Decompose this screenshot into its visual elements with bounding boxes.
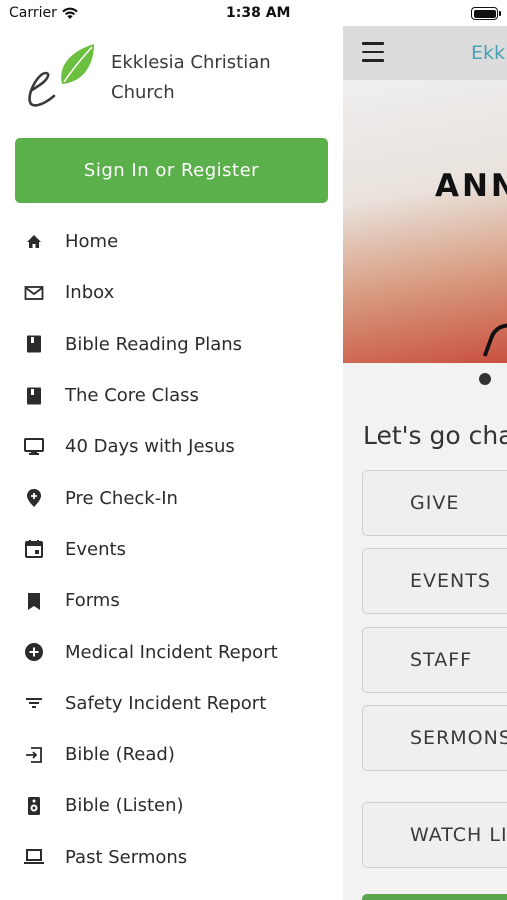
- navigation-drawer: Ekklesia Christian Church Sign In or Reg…: [0, 26, 343, 900]
- church-name: Ekklesia Christian Church: [111, 48, 311, 108]
- clock-label: 1:38 AM: [226, 5, 291, 21]
- announcement-banner[interactable]: ANN: [343, 80, 507, 363]
- menu-item-label: Past Sermons: [65, 846, 188, 868]
- events-button[interactable]: EVENTS: [362, 548, 507, 614]
- menu-item-label: Bible (Read): [65, 744, 175, 766]
- speaker-icon: [23, 795, 45, 817]
- menu-item-bible-read[interactable]: Bible (Read): [0, 729, 343, 780]
- menu-item-bible-listen[interactable]: Bible (Listen): [0, 780, 343, 831]
- plus-circle-icon: [23, 641, 45, 663]
- hamburger-menu-icon[interactable]: [362, 42, 384, 62]
- watch-live-button-label: WATCH LI: [410, 824, 507, 846]
- staff-button-label: STAFF: [410, 649, 473, 671]
- filter-icon: [23, 692, 45, 714]
- menu-item-label: Inbox: [65, 282, 115, 304]
- menu-item-label: 40 Days with Jesus: [65, 436, 235, 458]
- menu-item-label: The Core Class: [65, 385, 199, 407]
- banner-text: ANN: [435, 168, 507, 204]
- menu-item-past-sermons[interactable]: Past Sermons: [0, 832, 343, 883]
- menu-item-medical-incident-report[interactable]: Medical Incident Report: [0, 626, 343, 677]
- menu-item-40-days[interactable]: 40 Days with Jesus: [0, 421, 343, 472]
- menu-item-label: Forms: [65, 590, 120, 612]
- mail-icon: [23, 282, 45, 304]
- menu-item-label: Home: [65, 231, 119, 253]
- banner-graphic: [482, 317, 507, 363]
- book-icon: [23, 333, 45, 355]
- church-name-line-2: Church: [111, 82, 175, 103]
- bottom-green-button[interactable]: [362, 894, 507, 900]
- home-icon: [23, 231, 45, 253]
- events-button-label: EVENTS: [410, 570, 491, 592]
- watch-live-button[interactable]: WATCH LI: [362, 802, 507, 868]
- monitor-icon: [23, 436, 45, 458]
- sermons-button[interactable]: SERMONS: [362, 705, 507, 771]
- battery-icon: [471, 7, 501, 20]
- menu-item-label: Bible (Listen): [65, 795, 184, 817]
- background-app: Ekk ANN Let's go cha GIVE EVENTS STAFF S…: [343, 26, 507, 900]
- church-logo: [24, 44, 96, 108]
- status-bar: Carrier 1:38 AM: [0, 0, 507, 28]
- app-title: Ekk: [471, 42, 506, 64]
- menu-item-label: Bible Reading Plans: [65, 333, 243, 355]
- menu-item-inbox[interactable]: Inbox: [0, 267, 343, 318]
- sign-in-button[interactable]: Sign In or Register: [15, 138, 328, 203]
- bookmark-icon: [23, 590, 45, 612]
- menu-item-bible-reading-plans[interactable]: Bible Reading Plans: [0, 319, 343, 370]
- carousel-dot[interactable]: [479, 373, 491, 385]
- section-headline: Let's go cha: [363, 421, 507, 450]
- menu-item-events[interactable]: Events: [0, 524, 343, 575]
- menu-item-forms[interactable]: Forms: [0, 575, 343, 626]
- drawer-menu: Home Inbox Bible Reading Plans The Core …: [0, 216, 343, 883]
- laptop-icon: [23, 846, 45, 868]
- app-top-bar: Ekk: [343, 26, 507, 80]
- location-pin-icon: [23, 487, 45, 509]
- give-button[interactable]: GIVE: [362, 470, 507, 536]
- staff-button[interactable]: STAFF: [362, 627, 507, 693]
- menu-item-label: Medical Incident Report: [65, 641, 278, 663]
- menu-item-label: Events: [65, 538, 126, 560]
- book-icon: [23, 385, 45, 407]
- calendar-icon: [23, 538, 45, 560]
- login-icon: [23, 744, 45, 766]
- menu-item-core-class[interactable]: The Core Class: [0, 370, 343, 421]
- church-name-line-1: Ekklesia Christian: [111, 52, 271, 73]
- wifi-icon: [61, 5, 79, 24]
- give-button-label: GIVE: [410, 492, 460, 514]
- menu-item-label: Pre Check-In: [65, 487, 178, 509]
- carrier-label: Carrier: [9, 5, 57, 21]
- menu-item-safety-incident-report[interactable]: Safety Incident Report: [0, 678, 343, 729]
- menu-item-label: Safety Incident Report: [65, 692, 267, 714]
- menu-item-pre-check-in[interactable]: Pre Check-In: [0, 472, 343, 523]
- sermons-button-label: SERMONS: [410, 727, 507, 749]
- menu-item-home[interactable]: Home: [0, 216, 343, 267]
